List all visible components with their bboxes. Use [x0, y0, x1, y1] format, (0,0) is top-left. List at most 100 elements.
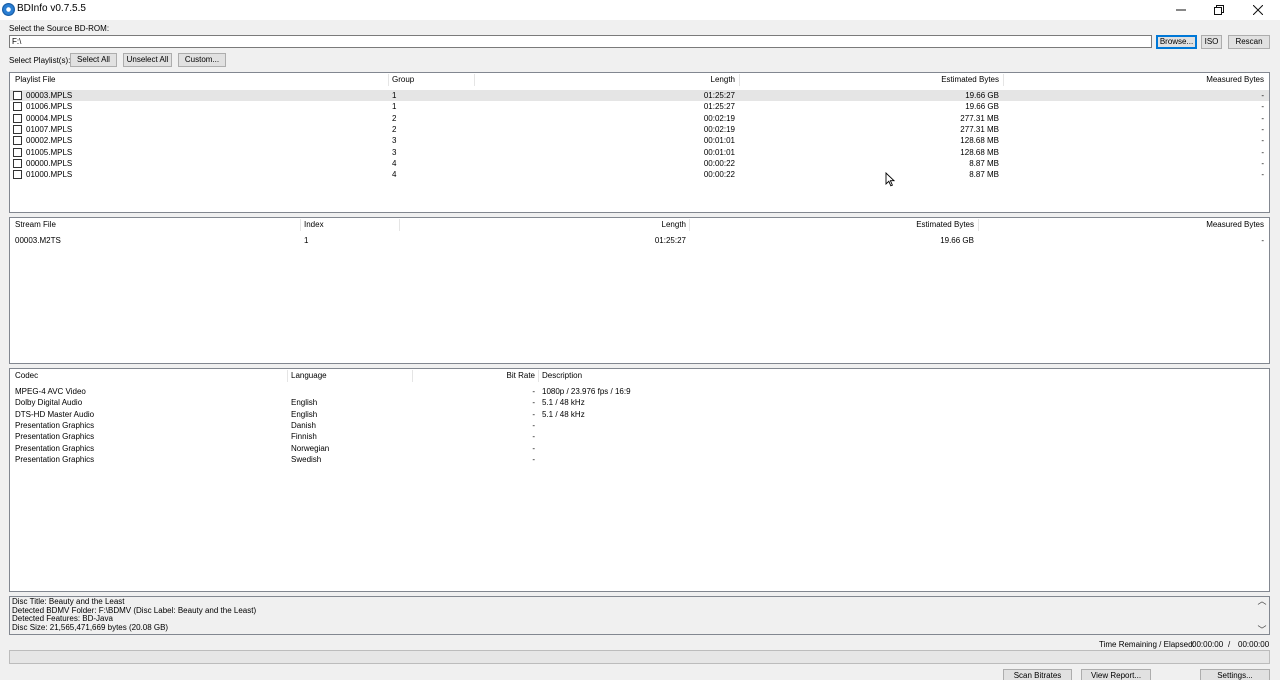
playlist-row[interactable]: 01006.MPLS 1 01:25:27 19.66 GB - — [10, 101, 1269, 112]
playlist-row[interactable]: 01000.MPLS 4 00:00:22 8.87 MB - — [10, 169, 1269, 180]
log-line: Detected BDMV Folder: F:\BDMV (Disc Labe… — [12, 605, 257, 615]
header-stream-file[interactable]: Stream File — [15, 220, 56, 229]
header-estimated-bytes[interactable]: Estimated Bytes — [743, 75, 999, 84]
playlist-row[interactable]: 01007.MPLS 2 00:02:19 277.31 MB - — [10, 124, 1269, 135]
time-elapsed-value: 00:00:00 — [1238, 640, 1270, 649]
playlist-row[interactable]: 00003.MPLS 1 01:25:27 19.66 GB - — [10, 90, 1269, 101]
header-divider[interactable] — [538, 370, 539, 382]
codec-name: Dolby Digital Audio — [15, 398, 83, 408]
header-divider[interactable] — [287, 370, 288, 382]
header-length[interactable]: Length — [480, 75, 735, 84]
codec-bitrate: - — [532, 443, 535, 453]
header-divider[interactable] — [300, 219, 301, 231]
header-codec[interactable]: Codec — [15, 371, 38, 380]
codec-row[interactable]: MPEG-4 AVC Video - 1080p / 23.976 fps / … — [10, 386, 1269, 397]
playlist-measured: - — [1261, 170, 1264, 180]
scroll-up-icon[interactable]: ︿ — [1257, 597, 1266, 606]
mouse-cursor-icon — [885, 172, 895, 187]
playlist-length: 01:25:27 — [703, 91, 735, 100]
playlist-measured: - — [1261, 147, 1264, 157]
header-divider[interactable] — [689, 219, 690, 231]
scan-bitrates-button[interactable]: Scan Bitrates — [1003, 669, 1072, 680]
browse-button[interactable]: Browse... — [1156, 35, 1197, 49]
iso-button[interactable]: ISO — [1201, 35, 1222, 49]
playlist-checkbox[interactable] — [13, 102, 22, 112]
playlist-row[interactable]: 01005.MPLS 3 00:01:01 128.68 MB - — [10, 147, 1269, 158]
playlist-group: 1 — [392, 102, 397, 112]
header-language[interactable]: Language — [291, 371, 327, 380]
close-button[interactable] — [1239, 0, 1277, 20]
codec-row[interactable]: Presentation Graphics Danish - — [10, 420, 1269, 431]
settings-button[interactable]: Settings... — [1200, 669, 1270, 680]
header-group[interactable]: Group — [392, 75, 414, 84]
close-icon — [1253, 5, 1263, 15]
playlist-checkbox[interactable] — [13, 91, 22, 100]
stream-file: 00003.M2TS — [15, 236, 61, 245]
playlist-checkbox[interactable] — [13, 136, 22, 146]
custom-button[interactable]: Custom... — [178, 53, 226, 67]
playlist-checkbox[interactable] — [13, 170, 22, 180]
playlist-length: 00:01:01 — [703, 136, 735, 146]
codec-language: Danish — [291, 420, 316, 430]
header-measured-bytes[interactable]: Measured Bytes — [982, 220, 1264, 229]
playlist-checkbox[interactable] — [13, 113, 22, 123]
stream-estimated: 19.66 GB — [940, 236, 974, 245]
codec-row[interactable]: Dolby Digital Audio English - 5.1 / 48 k… — [10, 397, 1269, 408]
select-all-button[interactable]: Select All — [70, 53, 117, 67]
header-divider[interactable] — [1003, 74, 1004, 86]
playlist-measured: - — [1261, 91, 1264, 100]
stream-row[interactable]: 00003.M2TS 1 01:25:27 19.66 GB - — [10, 235, 1269, 246]
rescan-button[interactable]: Rescan — [1228, 35, 1270, 49]
codec-row[interactable]: Presentation Graphics Swedish - — [10, 454, 1269, 465]
scroll-down-icon[interactable]: ﹀ — [1257, 625, 1266, 635]
header-index[interactable]: Index — [304, 220, 324, 229]
playlist-file: 00002.MPLS — [26, 136, 73, 146]
playlist-row[interactable]: 00000.MPLS 4 00:00:22 8.87 MB - — [10, 158, 1269, 169]
disc-info-log[interactable]: Disc Title: Beauty and the Least Detecte… — [9, 596, 1270, 635]
playlist-file: 00004.MPLS — [26, 113, 73, 123]
view-report-button[interactable]: View Report... — [1081, 669, 1151, 680]
restore-button[interactable] — [1200, 0, 1238, 20]
codec-list[interactable]: Codec Language Bit Rate Description MPEG… — [9, 368, 1270, 592]
header-length[interactable]: Length — [403, 220, 686, 229]
playlist-group: 4 — [392, 170, 397, 180]
log-scrollbar[interactable]: ︿ ﹀ — [1255, 597, 1269, 634]
playlist-estimated: 128.68 MB — [960, 147, 999, 157]
header-divider[interactable] — [474, 74, 475, 86]
playlist-estimated: 277.31 MB — [960, 113, 999, 123]
codec-name: Presentation Graphics — [15, 420, 95, 430]
playlist-file: 01006.MPLS — [26, 102, 73, 112]
codec-row[interactable]: Presentation Graphics Norwegian - — [10, 443, 1269, 454]
header-estimated-bytes[interactable]: Estimated Bytes — [693, 220, 974, 229]
header-measured-bytes[interactable]: Measured Bytes — [1007, 75, 1264, 84]
header-playlist-file[interactable]: Playlist File — [15, 75, 55, 84]
playlist-row[interactable]: 00002.MPLS 3 00:01:01 128.68 MB - — [10, 135, 1269, 146]
source-label: Select the Source BD-ROM: — [9, 24, 110, 33]
playlist-file: 01007.MPLS — [26, 124, 73, 134]
playlist-row[interactable]: 00004.MPLS 2 00:02:19 277.31 MB - — [10, 113, 1269, 124]
header-divider[interactable] — [739, 74, 740, 86]
header-divider[interactable] — [399, 219, 400, 231]
minimize-button[interactable] — [1162, 0, 1200, 20]
stream-list[interactable]: Stream File Index Length Estimated Bytes… — [9, 217, 1270, 364]
playlist-checkbox[interactable] — [13, 147, 22, 157]
playlist-measured: - — [1261, 113, 1264, 123]
playlist-checkbox[interactable] — [13, 124, 22, 134]
playlist-estimated: 8.87 MB — [969, 170, 999, 180]
header-description[interactable]: Description — [542, 371, 582, 380]
codec-row[interactable]: Presentation Graphics Finnish - — [10, 431, 1269, 442]
playlist-measured: - — [1261, 136, 1264, 146]
codec-bitrate: - — [532, 432, 535, 442]
playlist-list[interactable]: Playlist File Group Length Estimated Byt… — [9, 72, 1270, 213]
source-path-input[interactable]: F:\ — [9, 35, 1152, 48]
header-divider[interactable] — [412, 370, 413, 382]
header-divider[interactable] — [978, 219, 979, 231]
unselect-all-button[interactable]: Unselect All — [123, 53, 172, 67]
playlist-checkbox[interactable] — [13, 158, 22, 168]
header-divider[interactable] — [388, 74, 389, 86]
codec-row[interactable]: DTS-HD Master Audio English - 5.1 / 48 k… — [10, 409, 1269, 420]
codec-language: English — [291, 398, 318, 408]
codec-name: DTS-HD Master Audio — [15, 409, 95, 419]
playlist-length: 00:00:22 — [703, 158, 735, 168]
header-bit-rate[interactable]: Bit Rate — [416, 371, 535, 380]
